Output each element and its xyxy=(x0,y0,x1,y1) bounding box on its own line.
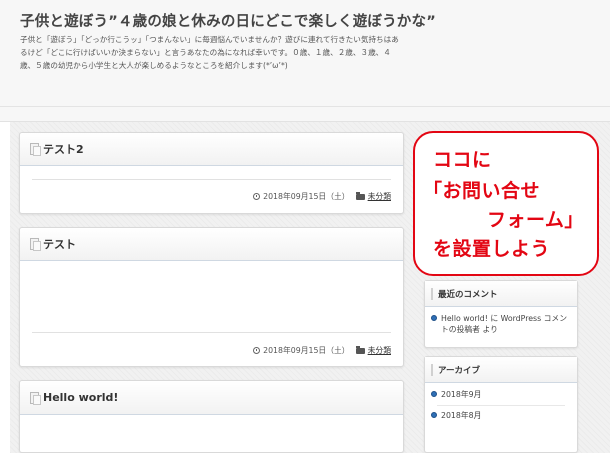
site-description: 子供と「遊ぼう」「どっか行こうッ」「つまんない」に毎週悩んでいませんか？遊びに連… xyxy=(20,35,399,70)
post-header: テスト xyxy=(20,228,403,261)
folder-icon xyxy=(355,191,365,200)
post-title[interactable]: Hello world! xyxy=(43,391,118,404)
post-header: Hello world! xyxy=(20,381,403,415)
widget-title: 最近のコメント xyxy=(431,287,498,300)
list-divider xyxy=(437,405,565,406)
bullet-icon xyxy=(431,315,437,321)
recent-comments-widget: 最近のコメント Hello world! に WordPress コメントの投稿… xyxy=(424,280,578,348)
comment-link[interactable]: Hello world! に WordPress コメントの投稿者 より xyxy=(441,313,571,335)
widget-header: アーカイブ xyxy=(425,357,577,383)
list-item[interactable]: 2018年8月 xyxy=(431,410,571,421)
header-divider xyxy=(0,106,610,107)
callout-text: 「お問い合せ xyxy=(423,180,541,202)
site-header: 子供と遊ぼう”４歳の娘と休みの日にどこで楽しく遊ぼうかな” 子供と「遊ぼう」「ど… xyxy=(0,0,610,122)
folder-icon xyxy=(355,345,365,354)
archive-link[interactable]: 2018年9月 xyxy=(441,389,481,400)
post-header: テスト2 xyxy=(20,133,403,166)
post-meta: 2018年09月15日（土） 未分類 xyxy=(253,191,391,202)
callout-text: を設置しよう xyxy=(433,238,551,260)
post-card: テスト 2018年09月15日（土） 未分類 xyxy=(19,227,404,367)
document-icon xyxy=(30,391,41,405)
post-category-link[interactable]: 未分類 xyxy=(368,191,391,202)
recent-comments-list: Hello world! に WordPress コメントの投稿者 より xyxy=(425,307,577,335)
callout-text: ココに xyxy=(433,149,492,171)
clock-icon xyxy=(253,347,261,354)
bullet-icon xyxy=(431,391,437,397)
post-divider xyxy=(32,332,391,333)
post-category-link[interactable]: 未分類 xyxy=(368,345,391,356)
widget-title: アーカイブ xyxy=(431,363,480,376)
archive-link[interactable]: 2018年8月 xyxy=(441,410,481,421)
bullet-icon xyxy=(431,412,437,418)
post-title[interactable]: テスト xyxy=(43,236,76,252)
callout-text: フォーム」 xyxy=(487,209,584,231)
post-card: Hello world! xyxy=(19,380,404,453)
document-icon xyxy=(30,238,41,251)
post-card: テスト2 2018年09月15日（土） 未分類 xyxy=(19,132,404,214)
post-divider xyxy=(32,179,391,180)
site-title[interactable]: 子供と遊ぼう”４歳の娘と休みの日にどこで楽しく遊ぼうかな” xyxy=(20,10,436,31)
callout-annotation: ココに 「お問い合せ フォーム」 を設置しよう xyxy=(413,131,599,276)
list-item[interactable]: 2018年9月 xyxy=(431,389,571,400)
archives-list: 2018年9月 2018年8月 xyxy=(425,383,577,421)
clock-icon xyxy=(253,193,261,200)
document-icon xyxy=(30,143,41,156)
post-meta: 2018年09月15日（土） 未分類 xyxy=(253,345,391,356)
archives-widget: アーカイブ 2018年9月 2018年8月 xyxy=(424,356,578,453)
list-item[interactable]: Hello world! に WordPress コメントの投稿者 より xyxy=(431,313,571,335)
post-title[interactable]: テスト2 xyxy=(43,141,84,157)
widget-header: 最近のコメント xyxy=(425,281,577,307)
post-date: 2018年09月15日（土） xyxy=(263,346,350,355)
post-date: 2018年09月15日（土） xyxy=(263,192,350,201)
